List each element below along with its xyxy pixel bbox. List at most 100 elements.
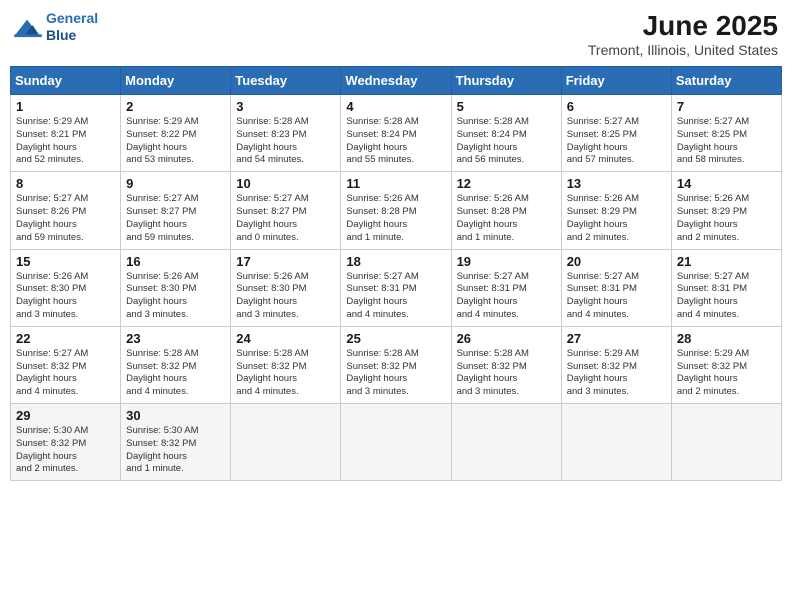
sunset-label: Sunset: 8:25 PM [677, 129, 747, 140]
sunset-label: Sunset: 8:31 PM [457, 283, 527, 294]
sunrise-label: Sunrise: 5:26 AM [16, 271, 88, 282]
daylight-label: Daylight hours [236, 296, 297, 307]
day-info: Sunrise: 5:26 AMSunset: 8:29 PMDaylight … [567, 193, 666, 244]
calendar-week-4: 22Sunrise: 5:27 AMSunset: 8:32 PMDayligh… [11, 326, 782, 403]
calendar-cell: 1Sunrise: 5:29 AMSunset: 8:21 PMDaylight… [11, 95, 121, 172]
daylight-value: and 4 minutes. [16, 386, 78, 397]
calendar-cell: 24 Sunrise: 5:28 AMSunset: 8:32 PMDayligh… [231, 326, 341, 403]
daylight-value: and 4 minutes. [457, 309, 519, 320]
daylight-label: Daylight hours [457, 373, 518, 384]
daylight-label: Daylight hours [346, 296, 407, 307]
weekday-header-sunday: Sunday [11, 67, 121, 95]
calendar-cell: 15Sunrise: 5:26 AMSunset: 8:30 PMDayligh… [11, 249, 121, 326]
sunset-label: Sunset: 8:32 PM [16, 438, 86, 449]
day-number: 23 [126, 331, 225, 346]
calendar-cell: 4Sunrise: 5:28 AMSunset: 8:24 PMDaylight… [341, 95, 451, 172]
day-info: Sunrise: 5:28 AMSunset: 8:24 PMDaylight … [457, 116, 556, 167]
daylight-label: Daylight hours [346, 219, 407, 230]
daylight-value: and 1 minute. [457, 232, 515, 243]
calendar: SundayMondayTuesdayWednesdayThursdayFrid… [10, 66, 782, 481]
day-number: 13 [567, 176, 666, 191]
sunrise-label: Sunrise: 5:26 AM [126, 271, 198, 282]
day-info: Sunrise: 5:27 AMSunset: 8:27 PMDaylight … [236, 193, 335, 244]
calendar-cell: 29Sunrise: 5:30 AMSunset: 8:32 PMDayligh… [11, 404, 121, 481]
calendar-cell: 8 Sunrise: 5:27 AMSunset: 8:26 PMDaylight… [11, 172, 121, 249]
daylight-value: and 59 minutes. [126, 232, 194, 243]
sunset-label: Sunset: 8:28 PM [346, 206, 416, 217]
day-number: 26 [457, 331, 556, 346]
sunset-label: Sunset: 8:29 PM [677, 206, 747, 217]
daylight-label: Daylight hours [126, 451, 187, 462]
sunset-label: Sunset: 8:32 PM [457, 361, 527, 372]
day-number: 8 [16, 176, 115, 191]
day-info: Sunrise: 5:30 AMSunset: 8:32 PMDaylight … [16, 425, 115, 476]
sunset-label: Sunset: 8:21 PM [16, 129, 86, 140]
day-number: 12 [457, 176, 556, 191]
daylight-label: Daylight hours [346, 373, 407, 384]
day-number: 9 [126, 176, 225, 191]
day-info: Sunrise: 5:27 AMSunset: 8:26 PMDaylight … [16, 193, 115, 244]
day-info: Sunrise: 5:27 AMSunset: 8:31 PMDaylight … [677, 271, 776, 322]
daylight-value: and 54 minutes. [236, 154, 304, 165]
daylight-label: Daylight hours [567, 142, 628, 153]
calendar-cell: 17Sunrise: 5:26 AMSunset: 8:30 PMDayligh… [231, 249, 341, 326]
day-number: 17 [236, 254, 335, 269]
sunrise-label: Sunrise: 5:28 AM [346, 116, 418, 127]
day-number: 5 [457, 99, 556, 114]
weekday-header-tuesday: Tuesday [231, 67, 341, 95]
day-number: 21 [677, 254, 776, 269]
calendar-cell: 22Sunrise: 5:27 AMSunset: 8:32 PMDayligh… [11, 326, 121, 403]
calendar-cell [671, 404, 781, 481]
day-info: Sunrise: 5:29 AMSunset: 8:32 PMDaylight … [567, 348, 666, 399]
daylight-value: and 58 minutes. [677, 154, 745, 165]
day-info: Sunrise: 5:28 AM Sunset: 8:32 PMDaylight … [457, 348, 556, 399]
calendar-cell [231, 404, 341, 481]
sunrise-label: Sunrise: 5:27 AM [16, 348, 88, 359]
calendar-cell: 6Sunrise: 5:27 AMSunset: 8:25 PMDaylight… [561, 95, 671, 172]
calendar-cell: 20Sunrise: 5:27 AMSunset: 8:31 PMDayligh… [561, 249, 671, 326]
day-number: 14 [677, 176, 776, 191]
day-number: 24 [236, 331, 335, 346]
day-info: Sunrise: 5:29 AMSunset: 8:32 PMDaylight … [677, 348, 776, 399]
logo: General Blue [14, 10, 98, 44]
day-info: Sunrise: 5:30 AMSunset: 8:32 PMDaylight … [126, 425, 225, 476]
day-number: 19 [457, 254, 556, 269]
day-info: Sunrise: 5:29 AMSunset: 8:21 PMDaylight … [16, 116, 115, 167]
calendar-cell: 27Sunrise: 5:29 AMSunset: 8:32 PMDayligh… [561, 326, 671, 403]
logo-icon [14, 16, 42, 38]
day-info: Sunrise: 5:27 AMSunset: 8:31 PMDaylight … [457, 271, 556, 322]
day-info: Sunrise: 5:28 AMSunset: 8:32 PMDaylight … [126, 348, 225, 399]
day-number: 3 [236, 99, 335, 114]
sunrise-label: Sunrise: 5:28 AM [457, 348, 529, 359]
day-info: Sunrise: 5:26 AMSunset: 8:28 PMDaylight … [457, 193, 556, 244]
day-info: Sunrise: 5:28 AMSunset: 8:24 PMDaylight … [346, 116, 445, 167]
weekday-header-monday: Monday [121, 67, 231, 95]
daylight-label: Daylight hours [457, 219, 518, 230]
calendar-cell: 21 Sunrise: 5:27 AMSunset: 8:31 PMDayligh… [671, 249, 781, 326]
daylight-value: and 3 minutes. [126, 309, 188, 320]
calendar-cell: 12 Sunrise: 5:26 AMSunset: 8:28 PMDayligh… [451, 172, 561, 249]
sunset-label: Sunset: 8:26 PM [16, 206, 86, 217]
sunrise-label: Sunrise: 5:26 AM [677, 193, 749, 204]
weekday-header-friday: Friday [561, 67, 671, 95]
daylight-label: Daylight hours [567, 373, 628, 384]
sunset-label: Sunset: 8:28 PM [457, 206, 527, 217]
sunset-label: Sunset: 8:32 PM [677, 361, 747, 372]
location-title: Tremont, Illinois, United States [588, 42, 778, 58]
sunrise-label: Sunrise: 5:27 AM [677, 116, 749, 127]
sunset-label: Sunset: 8:32 PM [346, 361, 416, 372]
calendar-cell: 13 Sunrise: 5:26 AMSunset: 8:29 PMDayligh… [561, 172, 671, 249]
sunset-label: Sunset: 8:23 PM [236, 129, 306, 140]
daylight-label: Daylight hours [16, 451, 77, 462]
sunset-label: Sunset: 8:31 PM [567, 283, 637, 294]
daylight-value: and 59 minutes. [16, 232, 84, 243]
calendar-cell: 9Sunrise: 5:27 AMSunset: 8:27 PMDaylight… [121, 172, 231, 249]
month-title: June 2025 [588, 10, 778, 42]
daylight-label: Daylight hours [16, 142, 77, 153]
calendar-cell: 28Sunrise: 5:29 AMSunset: 8:32 PMDayligh… [671, 326, 781, 403]
sunset-label: Sunset: 8:24 PM [457, 129, 527, 140]
daylight-label: Daylight hours [677, 142, 738, 153]
sunrise-label: Sunrise: 5:30 AM [126, 425, 198, 436]
daylight-label: Daylight hours [16, 373, 77, 384]
day-info: Sunrise: 5:28 AMSunset: 8:32 PMDaylight … [236, 348, 335, 399]
